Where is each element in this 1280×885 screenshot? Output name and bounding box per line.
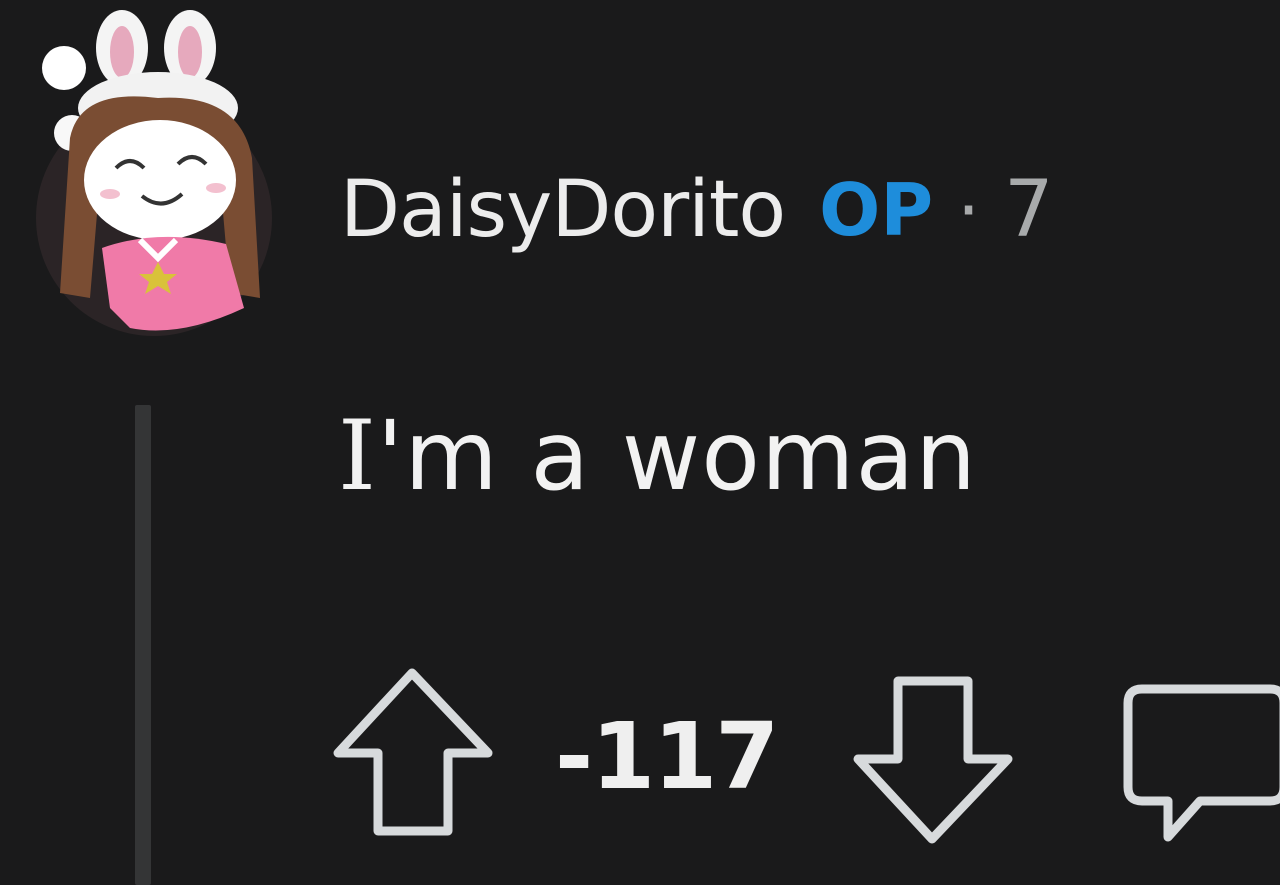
username[interactable]: DaisyDorito — [340, 165, 786, 255]
thread-line[interactable] — [135, 405, 151, 885]
comment-body: I'm a woman — [338, 400, 977, 512]
arrow-up-outline-icon[interactable] — [330, 665, 495, 840]
timestamp[interactable]: 7 — [1004, 165, 1054, 255]
arrow-down-outline-icon[interactable] — [850, 673, 1015, 848]
comment-header: DaisyDorito OP · 7 — [340, 160, 1054, 260]
op-badge: OP — [819, 168, 934, 252]
separator-dot: · — [957, 168, 981, 252]
comment-body-prefix: I — [338, 400, 377, 512]
comment: DaisyDorito OP · 7 I'm a woman -117 — [0, 0, 1280, 885]
vote-score: -117 — [555, 703, 779, 810]
speech-bubble-outline-icon[interactable] — [1120, 681, 1280, 851]
user-avatar[interactable] — [30, 8, 278, 338]
comment-actions: -117 — [330, 665, 1280, 865]
comment-body-rest: 'm a woman — [376, 400, 978, 512]
